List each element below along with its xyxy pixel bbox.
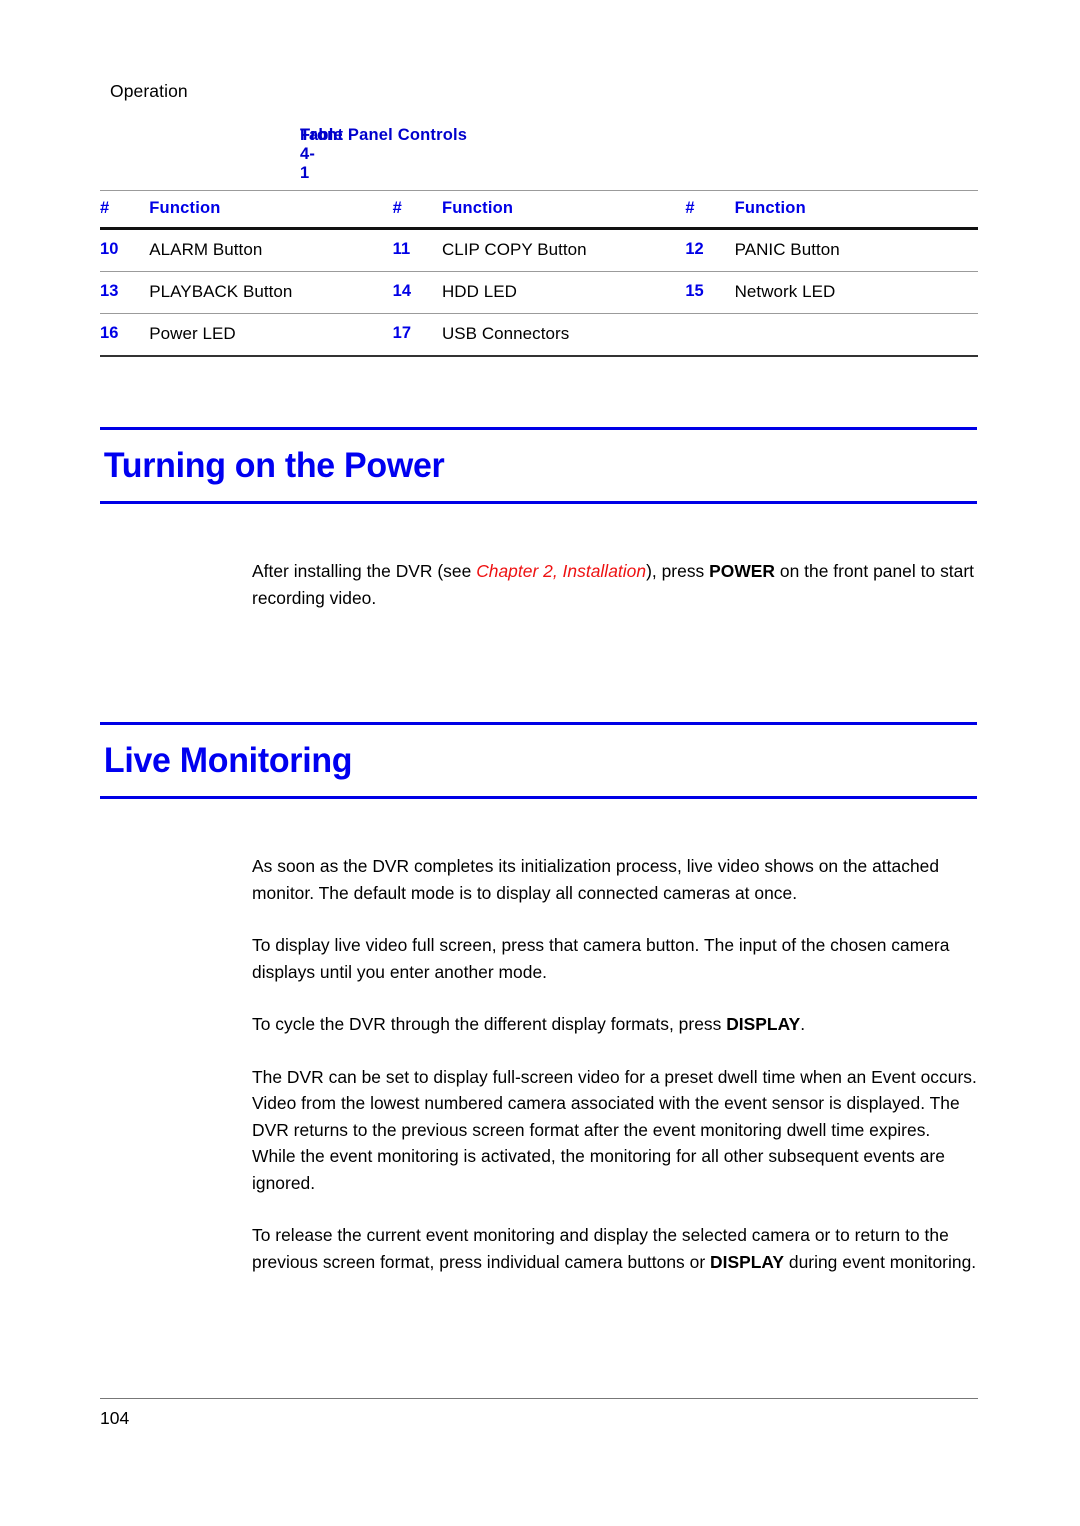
section-live-monitoring: Live Monitoring bbox=[100, 722, 977, 799]
front-panel-controls-table-block: Table 4-1 Front Panel Controls # Functio… bbox=[100, 126, 978, 357]
cell-num: 17 bbox=[392, 313, 442, 357]
front-panel-controls-table: # Function # Function # Function 10 ALAR… bbox=[100, 190, 978, 357]
cell-num bbox=[685, 313, 735, 357]
emphasis-bold: DISPLAY bbox=[726, 1014, 801, 1034]
cell-function: HDD LED bbox=[441, 271, 686, 314]
document-page: Operation Table 4-1 Front Panel Controls… bbox=[0, 0, 1080, 1526]
cell-function: Network LED bbox=[734, 271, 978, 314]
cell-function: ALARM Button bbox=[149, 228, 393, 272]
cell-num: 13 bbox=[100, 271, 150, 314]
section-heading: Live Monitoring bbox=[103, 741, 353, 780]
text-run: ), press bbox=[646, 561, 710, 581]
column-header-num-3: # bbox=[685, 190, 735, 230]
column-header-function-1: Function bbox=[149, 190, 393, 230]
body-live-monitoring: As soon as the DVR completes its initial… bbox=[252, 853, 978, 1275]
paragraph: To display live video full screen, press… bbox=[252, 932, 978, 985]
section-rule-bottom bbox=[100, 501, 977, 504]
cross-reference: Chapter 2, Installation bbox=[476, 561, 647, 581]
text-run: To cycle the DVR through the different d… bbox=[252, 1014, 727, 1034]
table-caption-number: Table 4-1 bbox=[300, 126, 343, 182]
running-header: Operation bbox=[110, 81, 188, 101]
cell-function bbox=[734, 313, 978, 357]
cell-num: 15 bbox=[685, 271, 735, 314]
section-heading: Turning on the Power bbox=[103, 446, 445, 485]
text-run: . bbox=[800, 1014, 806, 1034]
text-run: The DVR can be set to display full-scree… bbox=[252, 1066, 977, 1193]
cell-num: 12 bbox=[685, 228, 735, 272]
emphasis-bold: DISPLAY bbox=[710, 1251, 784, 1272]
footer-rule bbox=[100, 1398, 978, 1399]
cell-function: Power LED bbox=[149, 313, 393, 357]
text-run: during event monitoring. bbox=[784, 1251, 977, 1272]
body-turning-on-the-power: After installing the DVR (see Chapter 2,… bbox=[252, 558, 978, 611]
text-run: To display live video full screen, press… bbox=[252, 935, 950, 982]
paragraph: As soon as the DVR completes its initial… bbox=[252, 853, 978, 906]
table-caption-title: Front Panel Controls bbox=[300, 126, 468, 144]
column-header-function-3: Function bbox=[734, 190, 978, 230]
emphasis-bold: POWER bbox=[709, 561, 776, 581]
text-run: After installing the DVR (see bbox=[252, 561, 477, 581]
cell-num: 11 bbox=[392, 228, 442, 272]
cell-num: 14 bbox=[392, 271, 442, 314]
column-header-function-2: Function bbox=[441, 190, 686, 230]
table-row: 16 Power LED 17 USB Connectors bbox=[100, 313, 978, 357]
paragraph: To release the current event monitoring … bbox=[252, 1222, 978, 1275]
page-number: 104 bbox=[100, 1408, 130, 1428]
section-rule-bottom bbox=[100, 796, 977, 799]
section-turning-on-the-power: Turning on the Power bbox=[100, 427, 977, 504]
cell-function: CLIP COPY Button bbox=[441, 228, 686, 272]
table-caption: Table 4-1 Front Panel Controls bbox=[100, 126, 978, 190]
cell-function: PANIC Button bbox=[734, 228, 978, 272]
paragraph: The DVR can be set to display full-scree… bbox=[252, 1064, 978, 1197]
paragraph: After installing the DVR (see Chapter 2,… bbox=[252, 558, 978, 611]
table-header-row: # Function # Function # Function bbox=[100, 190, 978, 230]
text-run: As soon as the DVR completes its initial… bbox=[252, 856, 940, 903]
column-header-num-1: # bbox=[100, 190, 150, 230]
table-row: 10 ALARM Button 11 CLIP COPY Button 12 P… bbox=[100, 228, 978, 272]
cell-num: 16 bbox=[100, 313, 150, 357]
paragraph: To cycle the DVR through the different d… bbox=[252, 1011, 978, 1038]
cell-function: USB Connectors bbox=[441, 313, 686, 357]
cell-function: PLAYBACK Button bbox=[149, 271, 393, 314]
column-header-num-2: # bbox=[392, 190, 442, 230]
table-row: 13 PLAYBACK Button 14 HDD LED 15 Network… bbox=[100, 271, 978, 314]
cell-num: 10 bbox=[100, 228, 150, 272]
